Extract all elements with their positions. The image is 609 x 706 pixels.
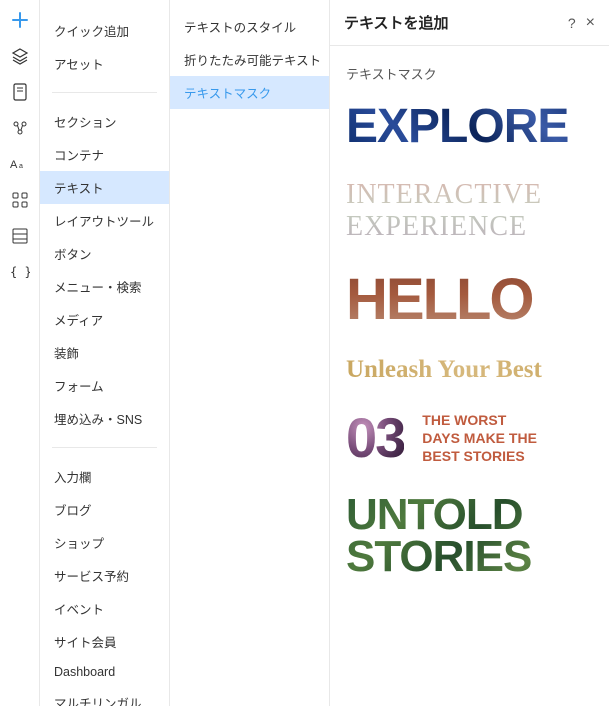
category-item[interactable]: ブログ bbox=[40, 493, 169, 526]
sample-line: BEST STORIES bbox=[422, 447, 537, 465]
close-button[interactable]: × bbox=[586, 14, 595, 32]
category-item[interactable]: 入力欄 bbox=[40, 460, 169, 493]
section-label: テキストマスク bbox=[346, 64, 593, 83]
category-item[interactable]: レイアウトツール bbox=[40, 204, 169, 237]
svg-text:{ }: { } bbox=[10, 265, 30, 279]
layers-icon[interactable] bbox=[10, 46, 30, 66]
category-item[interactable]: メディア bbox=[40, 303, 169, 336]
apps-icon[interactable] bbox=[10, 190, 30, 210]
sample-line: INTERACTIVE bbox=[346, 179, 593, 211]
category-item[interactable]: サイト会員 bbox=[40, 625, 169, 658]
submenu-item[interactable]: テキストのスタイル bbox=[170, 10, 329, 43]
svg-text:a: a bbox=[19, 163, 23, 170]
category-item[interactable]: ショップ bbox=[40, 526, 169, 559]
category-item[interactable]: コンテナ bbox=[40, 138, 169, 171]
category-item[interactable]: 装飾 bbox=[40, 336, 169, 369]
icon-rail: Aa { } bbox=[0, 0, 40, 706]
text-mask-sample-03[interactable]: 03 THE WORST DAYS MAKE THE BEST STORIES bbox=[346, 410, 593, 466]
panel-body: テキストマスク EXPLORE INTERACTIVE EXPERIENCE H… bbox=[330, 46, 609, 706]
category-item[interactable]: マルチリンガル bbox=[40, 686, 169, 706]
divider bbox=[52, 447, 157, 448]
svg-text:A: A bbox=[10, 159, 18, 171]
sample-line: UNTOLD bbox=[346, 494, 593, 536]
panel-title: テキストを追加 bbox=[344, 12, 449, 33]
text-mask-sample-untold[interactable]: UNTOLD STORIES bbox=[346, 494, 593, 578]
sample-line: EXPERIENCE bbox=[346, 211, 593, 243]
divider bbox=[52, 92, 157, 93]
code-icon[interactable]: { } bbox=[10, 262, 30, 282]
category-item[interactable]: クイック追加 bbox=[40, 14, 169, 47]
sample-line: THE WORST bbox=[422, 411, 537, 429]
text-mask-sample-hello[interactable]: HELLO bbox=[346, 271, 593, 329]
category-list: クイック追加アセット セクションコンテナテキストレイアウトツールボタンメニュー・… bbox=[40, 0, 170, 706]
panel-header: テキストを追加 ? × bbox=[330, 0, 609, 46]
category-item[interactable]: アセット bbox=[40, 47, 169, 80]
text-mask-sample-unleash[interactable]: Unleash Your Best bbox=[346, 357, 593, 382]
sample-number: 03 bbox=[346, 410, 404, 466]
submenu-item[interactable]: 折りたたみ可能テキスト bbox=[170, 43, 329, 76]
category-item[interactable]: メニュー・検索 bbox=[40, 270, 169, 303]
category-item[interactable]: サービス予約 bbox=[40, 559, 169, 592]
submenu-list: テキストのスタイル折りたたみ可能テキストテキストマスク bbox=[170, 0, 330, 706]
category-item[interactable]: 埋め込み・SNS bbox=[40, 402, 169, 435]
category-item[interactable]: テキスト bbox=[40, 171, 169, 204]
sample-line: STORIES bbox=[346, 536, 593, 578]
page-icon[interactable] bbox=[10, 82, 30, 102]
category-item[interactable]: ボタン bbox=[40, 237, 169, 270]
category-item[interactable]: イベント bbox=[40, 592, 169, 625]
text-mask-sample-interactive[interactable]: INTERACTIVE EXPERIENCE bbox=[346, 179, 593, 243]
sample-line: DAYS MAKE THE bbox=[422, 429, 537, 447]
category-item[interactable]: Dashboard bbox=[40, 658, 169, 686]
dataset-icon[interactable] bbox=[10, 118, 30, 138]
category-item[interactable]: フォーム bbox=[40, 369, 169, 402]
plus-icon[interactable] bbox=[10, 10, 30, 30]
add-panel: テキストを追加 ? × テキストマスク EXPLORE INTERACTIVE … bbox=[330, 0, 609, 706]
table-icon[interactable] bbox=[10, 226, 30, 246]
text-mask-sample-explore[interactable]: EXPLORE bbox=[346, 103, 593, 151]
sample-tagline: THE WORST DAYS MAKE THE BEST STORIES bbox=[422, 411, 537, 466]
help-button[interactable]: ? bbox=[568, 15, 576, 31]
submenu-item[interactable]: テキストマスク bbox=[170, 76, 329, 109]
category-item[interactable]: セクション bbox=[40, 105, 169, 138]
theme-icon[interactable]: Aa bbox=[10, 154, 30, 174]
